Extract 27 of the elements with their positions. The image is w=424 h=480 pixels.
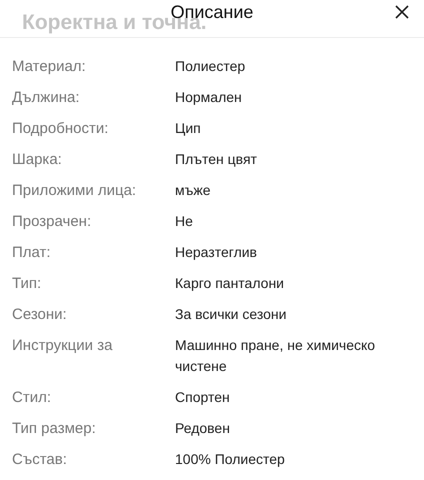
attribute-label: Стил:: [12, 388, 52, 408]
attribute-label: Дължина:: [12, 88, 80, 108]
attribute-label: Приложими лица:: [12, 181, 138, 201]
attribute-value: За всички сезони: [175, 305, 288, 324]
attribute-label: Плат:: [12, 243, 52, 263]
attribute-label: Подробности:: [12, 119, 110, 139]
attribute-label: Материал:: [12, 57, 87, 77]
attribute-value: Редовен: [175, 419, 231, 438]
attribute-label: Състав:: [12, 450, 68, 470]
attribute-value: Машинно пране, не химическо чистене: [175, 336, 376, 376]
close-icon: [394, 4, 410, 20]
attribute-label: Инструкции за: [12, 336, 114, 356]
attribute-value: 100% Полиестер: [175, 450, 286, 469]
attribute-value: Спортен: [175, 388, 231, 407]
attribute-value: Цип: [175, 119, 202, 138]
attribute-label: Шарка:: [12, 150, 63, 170]
attribute-label: Сезони:: [12, 305, 68, 325]
attribute-value: мъже: [175, 181, 212, 200]
attribute-value: Неразтеглив: [175, 243, 258, 262]
attribute-value: Не: [175, 212, 194, 231]
attribute-value: Полиестер: [175, 57, 246, 76]
attribute-value: Плътен цвят: [175, 150, 258, 169]
attribute-label: Тип размер:: [12, 419, 97, 439]
attribute-value: Нормален: [175, 88, 243, 107]
attribute-label: Прозрачен:: [12, 212, 92, 232]
attribute-label: Тип:: [12, 274, 42, 294]
attribute-value: Карго панталони: [175, 274, 286, 293]
